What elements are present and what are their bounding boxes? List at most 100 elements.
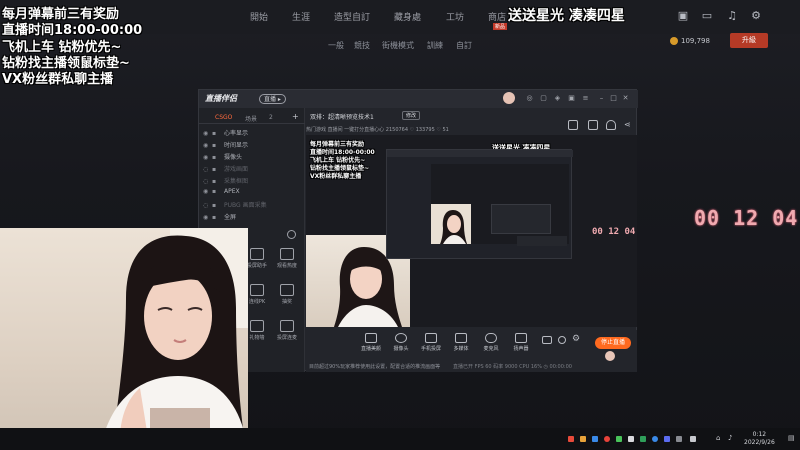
close-icon[interactable]: ✕	[621, 94, 630, 103]
tab-scene[interactable]: 场景	[245, 114, 257, 123]
speaker-button[interactable]: 扬声器	[506, 333, 536, 352]
streaming-app-window: 直播伴侣 直播 ▸ ◎ ▢ ◈ ▣ ≡ – □ ✕ CSGO 场景 2 + ◉ ▪…	[198, 89, 638, 372]
minimize-icon[interactable]: –	[597, 94, 606, 103]
tool-label: 投屏连麦	[276, 335, 297, 341]
eye-icon[interactable]: ◉	[203, 154, 209, 161]
lock-icon[interactable]: ▪	[212, 142, 218, 149]
avatar[interactable]	[503, 92, 515, 104]
record-icon[interactable]	[542, 336, 552, 344]
tool-button[interactable]: 抽奖	[275, 284, 299, 312]
source-label: 时间显示	[224, 142, 249, 149]
add-source-icon[interactable]	[287, 230, 296, 239]
subnav-custom[interactable]: 自訂	[456, 40, 472, 51]
subnav-arcade[interactable]: 街機模式	[382, 40, 414, 51]
gift-icon[interactable]: ◈	[553, 94, 562, 103]
tray-app-icon[interactable]	[592, 436, 598, 442]
settings-gear-icon[interactable]: ⚙	[749, 9, 763, 23]
eye-icon[interactable]: ◉	[203, 188, 209, 195]
tool-button[interactable]: 连线PK	[245, 284, 269, 312]
nav-customize[interactable]: 造型自訂	[334, 10, 370, 23]
go-live-button[interactable]: 停止直播	[595, 337, 631, 349]
source-item[interactable]: ◌ ▪ 采集框图	[203, 176, 301, 186]
speaker-label: 扬声器	[513, 346, 529, 352]
tool-label: 连线PK	[248, 299, 266, 305]
tv-icon[interactable]: ▭	[700, 9, 714, 23]
streamer-camera	[0, 228, 248, 450]
tool-icon	[250, 320, 264, 332]
nav-shop[interactable]: 商店	[488, 10, 506, 23]
lock-icon[interactable]: ▪	[212, 214, 218, 221]
add-scene-icon[interactable]: +	[292, 112, 299, 121]
nav-career[interactable]: 生涯	[292, 10, 310, 23]
source-item[interactable]: ◉ ▪ 心率显示	[203, 128, 301, 138]
tray-app-icon[interactable]	[628, 436, 634, 442]
eye-off-icon[interactable]: ◌	[203, 202, 209, 209]
tool-icon	[280, 248, 294, 260]
lock-icon[interactable]: ▪	[212, 178, 218, 185]
tool-button[interactable]: 投屏连麦	[275, 320, 299, 348]
source-label: 采集框图	[224, 178, 249, 185]
source-item[interactable]: ◉ ▪ APEX	[203, 188, 301, 198]
lock-icon[interactable]: ▪	[212, 154, 218, 161]
mic-button[interactable]: 麦克风	[476, 333, 506, 352]
menu-icon[interactable]: ≡	[581, 94, 590, 103]
source-item[interactable]: ◌ ▪ PUBG 画面采集	[203, 200, 301, 210]
camera-button[interactable]: 摄像头	[386, 333, 416, 352]
tray-app-icon[interactable]	[652, 436, 658, 442]
inventory-icon[interactable]: ▣	[676, 9, 690, 23]
lock-icon[interactable]: ▪	[212, 166, 218, 173]
source-item[interactable]: ◉ ▪ 时间显示	[203, 140, 301, 150]
streamer-figure	[100, 228, 248, 450]
source-item[interactable]: ◉ ▪ 摄像头	[203, 152, 301, 162]
tray-app-icon[interactable]	[580, 436, 586, 442]
media-button[interactable]: 多媒体	[446, 333, 476, 352]
tray-app-icon[interactable]	[664, 436, 670, 442]
tool-button[interactable]: 投屏助手	[245, 248, 269, 276]
lock-icon[interactable]: ▪	[212, 130, 218, 137]
tray-app-icon[interactable]	[568, 436, 574, 442]
live-mode-badge[interactable]: 直播 ▸	[259, 94, 286, 104]
source-item[interactable]: ◉ ▪ 全屏	[203, 212, 301, 222]
eye-off-icon[interactable]: ◌	[203, 178, 209, 185]
nav-hideout[interactable]: 藏身處	[394, 10, 421, 23]
nav-workshop[interactable]: 工坊	[446, 10, 464, 23]
subnav-training[interactable]: 訓練	[427, 40, 443, 51]
headset-icon[interactable]: ◎	[525, 94, 534, 103]
eye-icon[interactable]: ◉	[203, 142, 209, 149]
lock-icon[interactable]: ▪	[212, 202, 218, 209]
maximize-icon[interactable]: □	[609, 94, 618, 103]
fullscreen-icon[interactable]: ▣	[567, 94, 576, 103]
nav-start[interactable]: 開始	[250, 10, 268, 23]
taskbar-clock[interactable]: 0:12 2022/9/26	[744, 431, 775, 447]
tab-2[interactable]: 2	[269, 114, 273, 121]
eye-icon[interactable]: ◉	[203, 130, 209, 137]
upgrade-button[interactable]: 升級	[730, 33, 768, 48]
room-header: 双排：超清晰预览技术1 修改 ⋖	[306, 108, 637, 130]
tray-app-icon[interactable]	[640, 436, 646, 442]
tool-button[interactable]: 观看热度	[275, 248, 299, 276]
tray-app-icon[interactable]	[690, 436, 696, 442]
eye-icon[interactable]: ◉	[203, 214, 209, 221]
edit-title-button[interactable]: 修改	[402, 111, 421, 120]
tray-app-icon[interactable]	[676, 436, 682, 442]
view-icon[interactable]	[558, 336, 566, 344]
tray-app-icon[interactable]	[604, 436, 610, 442]
phone-cast-button[interactable]: 手机投屏	[416, 333, 446, 352]
subnav-casual[interactable]: 一般	[328, 40, 344, 51]
notification-center-icon[interactable]: ▤	[788, 434, 795, 442]
network-icon[interactable]: ⌂	[716, 434, 720, 442]
tray-app-icon[interactable]	[616, 436, 622, 442]
lock-icon[interactable]: ▪	[212, 188, 218, 195]
tool-button[interactable]: 礼物墙	[245, 320, 269, 348]
subnav-competitive[interactable]: 競技	[354, 40, 370, 51]
eye-off-icon[interactable]: ◌	[203, 166, 209, 173]
bell-icon[interactable]: ♫	[725, 9, 739, 23]
source-label: PUBG 画面采集	[224, 202, 267, 209]
chat-icon[interactable]: ▢	[539, 94, 548, 103]
overlay-line-5: VX粉丝群私聊主播	[2, 72, 114, 87]
settings-icon[interactable]: ⚙	[572, 334, 580, 344]
source-item[interactable]: ◌ ▪ 游戏画面	[203, 164, 301, 174]
beauty-button[interactable]: 直播美颜	[356, 333, 386, 352]
volume-icon[interactable]: ♪	[728, 434, 732, 442]
tab-csgo[interactable]: CSGO	[215, 114, 232, 121]
